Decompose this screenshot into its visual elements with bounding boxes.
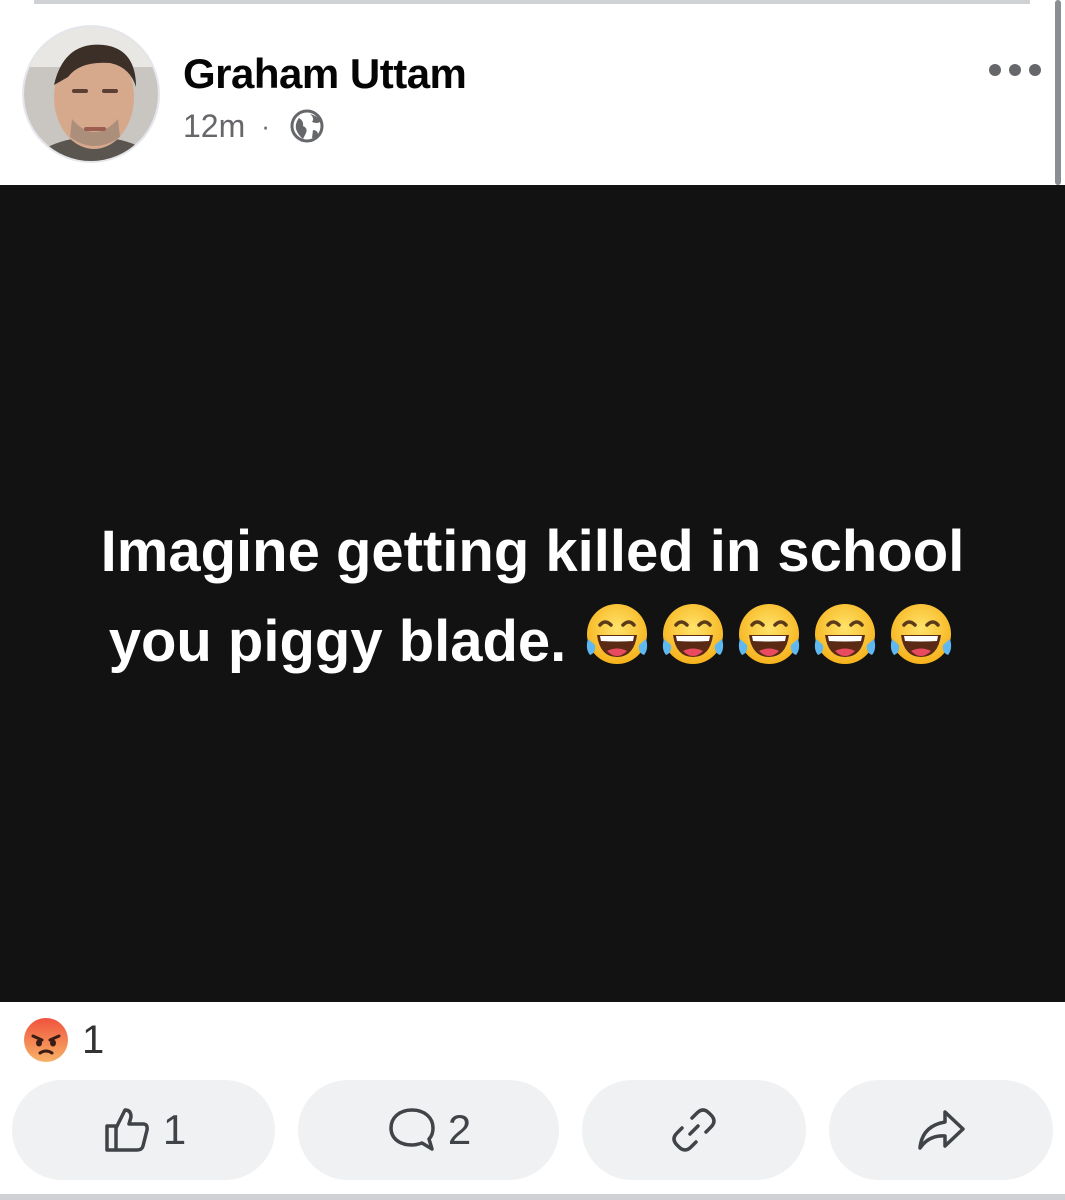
more-horizontal-icon (989, 64, 1041, 76)
author-avatar[interactable] (24, 27, 158, 161)
face-with-tears-of-joy-icon (810, 599, 880, 669)
meta-separator: · (261, 111, 270, 141)
face-with-tears-of-joy-icon (582, 599, 652, 669)
reaction-count: 1 (82, 1017, 105, 1062)
share-arrow-icon (915, 1104, 967, 1156)
like-count: 1 (162, 1106, 187, 1153)
speech-bubble-icon (386, 1104, 438, 1156)
bottom-divider (0, 1194, 1065, 1200)
comment-button[interactable]: 2 (298, 1080, 559, 1180)
like-button[interactable]: 1 (12, 1080, 275, 1180)
comment-count: 2 (447, 1106, 472, 1153)
post-text: Imagine getting killed in school you pig… (43, 507, 1023, 687)
avatar-photo (24, 27, 158, 161)
face-with-tears-of-joy-icon (886, 599, 956, 669)
globe-icon[interactable] (290, 109, 324, 143)
thumbs-up-icon (101, 1104, 153, 1156)
post-header: Graham Uttam 12m · (0, 0, 1065, 185)
angry-face-icon (22, 1016, 70, 1064)
post-text-line-1: Imagine getting killed in school (100, 518, 965, 584)
reaction-summary[interactable]: 1 (22, 1015, 104, 1065)
post-timestamp[interactable]: 12m (183, 108, 245, 145)
face-with-tears-of-joy-icon (658, 599, 728, 669)
share-button[interactable] (829, 1080, 1053, 1180)
copy-link-button[interactable] (582, 1080, 806, 1180)
face-with-tears-of-joy-icon (734, 599, 804, 669)
more-options-button[interactable] (985, 48, 1045, 92)
post-content[interactable]: Imagine getting killed in school you pig… (0, 185, 1065, 1002)
link-icon (668, 1104, 720, 1156)
author-name[interactable]: Graham Uttam (183, 50, 467, 98)
post-meta: 12m · (183, 104, 324, 148)
post-text-line-2: you piggy blade. (108, 608, 567, 674)
emoji-row (582, 599, 956, 669)
